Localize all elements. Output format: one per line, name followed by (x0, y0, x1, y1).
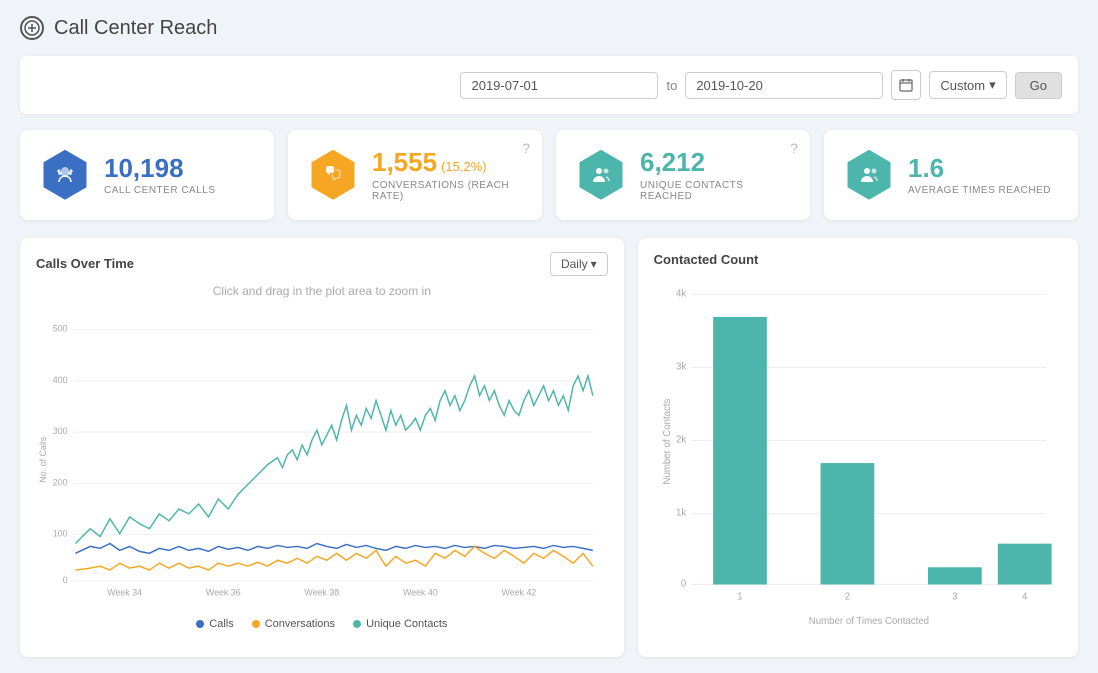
unique-contacts-help-icon[interactable]: ? (790, 140, 798, 156)
svg-text:100: 100 (53, 528, 68, 538)
contacted-chart-title: Contacted Count (654, 252, 759, 267)
calls-over-time-card: Calls Over Time Daily ▾ Click and drag i… (20, 238, 624, 657)
daily-dropdown[interactable]: Daily ▾ (550, 252, 608, 276)
calls-value: 10,198 (104, 154, 216, 183)
svg-text:Week 34: Week 34 (107, 587, 142, 597)
calls-info: 10,198 CALL CENTER CALLS (104, 154, 216, 197)
average-value: 1.6 (908, 154, 1051, 183)
svg-text:0: 0 (681, 578, 686, 589)
svg-text:4: 4 (1022, 591, 1028, 602)
calls-label: CALL CENTER CALLS (104, 185, 216, 196)
preset-dropdown[interactable]: Custom ▾ (929, 71, 1006, 99)
filter-bar: to Custom ▾ Go (20, 56, 1078, 114)
legend-unique-contacts-dot (353, 620, 361, 628)
legend-conversations-dot (252, 620, 260, 628)
bar-4 (998, 543, 1052, 584)
svg-text:Week 38: Week 38 (304, 587, 339, 597)
svg-text:0: 0 (63, 574, 68, 584)
svg-text:400: 400 (53, 374, 68, 384)
svg-text:Number of Contacts: Number of Contacts (662, 398, 673, 484)
daily-arrow-icon: ▾ (591, 257, 597, 271)
svg-text:2: 2 (844, 591, 849, 602)
page-container: Call Center Reach to Custom ▾ Go (0, 0, 1098, 673)
stat-card-average: 1.6 AVERAGE TIMES REACHED (824, 130, 1078, 220)
svg-text:200: 200 (53, 477, 68, 487)
svg-text:3: 3 (952, 591, 957, 602)
svg-text:1: 1 (737, 591, 742, 602)
dropdown-arrow-icon: ▾ (989, 77, 996, 93)
bar-1 (713, 317, 767, 585)
page-icon (20, 16, 44, 40)
calls-chart-header: Calls Over Time Daily ▾ (36, 252, 608, 276)
conversations-badge: (15.2%) (441, 159, 487, 174)
conversations-info: 1,555(15.2%) CONVERSATIONS (REACH RATE) (372, 148, 522, 202)
bar-chart-svg: 4k 3k 2k 1k 0 Number of Contacts (654, 275, 1062, 640)
unique-contacts-value: 6,212 (640, 148, 790, 177)
unique-contacts-label: UNIQUE CONTACTS REACHED (640, 180, 790, 202)
legend-calls-label: Calls (209, 618, 233, 630)
legend-calls-dot (196, 620, 204, 628)
conversations-label: CONVERSATIONS (REACH RATE) (372, 180, 522, 202)
conversations-value: 1,555(15.2%) (372, 148, 522, 177)
date-to-input[interactable] (685, 72, 883, 99)
conversations-help-icon[interactable]: ? (522, 140, 530, 156)
bar-3 (928, 567, 982, 584)
svg-text:Number of Times Contacted: Number of Times Contacted (808, 616, 928, 627)
svg-text:4k: 4k (676, 288, 686, 299)
line-chart-legend: Calls Conversations Unique Contacts (36, 618, 608, 630)
legend-calls: Calls (196, 618, 233, 630)
line-chart-svg: 500 400 300 200 100 0 No. of Calls (36, 302, 608, 608)
svg-text:Week 40: Week 40 (403, 587, 438, 597)
stat-card-unique-contacts: ? 6,212 UNIQUE CONTACTS REACHED (556, 130, 810, 220)
stats-row: 10,198 CALL CENTER CALLS ? 1,555(15.2%) … (20, 130, 1078, 220)
calendar-icon[interactable] (891, 70, 921, 100)
stat-card-conversations: ? 1,555(15.2%) CONVERSATIONS (REACH RATE… (288, 130, 542, 220)
svg-text:1k: 1k (676, 507, 686, 518)
date-separator: to (666, 78, 677, 93)
page-header: Call Center Reach (20, 16, 1078, 40)
unique-contacts-info: 6,212 UNIQUE CONTACTS REACHED (640, 148, 790, 202)
unique-contacts-icon (576, 150, 626, 200)
svg-text:2k: 2k (676, 434, 686, 445)
average-icon (844, 150, 894, 200)
svg-text:No. of Calls: No. of Calls (38, 436, 48, 482)
svg-text:Week 42: Week 42 (502, 587, 537, 597)
charts-row: Calls Over Time Daily ▾ Click and drag i… (20, 238, 1078, 657)
contacted-chart-header: Contacted Count (654, 252, 1062, 267)
go-button[interactable]: Go (1015, 72, 1062, 99)
legend-conversations: Conversations (252, 618, 335, 630)
chart-hint: Click and drag in the plot area to zoom … (36, 284, 608, 298)
date-from-input[interactable] (460, 72, 658, 99)
svg-text:500: 500 (53, 323, 68, 333)
page-title: Call Center Reach (54, 17, 217, 40)
svg-text:Week 36: Week 36 (206, 587, 241, 597)
average-info: 1.6 AVERAGE TIMES REACHED (908, 154, 1051, 197)
conversations-icon (308, 150, 358, 200)
legend-unique-contacts-label: Unique Contacts (366, 618, 447, 630)
bar-2 (820, 463, 874, 584)
contacted-count-card: Contacted Count 4k 3k 2k 1k 0 Number of … (638, 238, 1078, 657)
line-chart-area: 500 400 300 200 100 0 No. of Calls (36, 302, 608, 611)
calls-icon (40, 150, 90, 200)
legend-unique-contacts: Unique Contacts (353, 618, 447, 630)
calls-chart-title: Calls Over Time (36, 256, 134, 271)
svg-text:3k: 3k (676, 361, 686, 372)
average-label: AVERAGE TIMES REACHED (908, 185, 1051, 196)
bar-chart-area: 4k 3k 2k 1k 0 Number of Contacts (654, 275, 1062, 643)
legend-conversations-label: Conversations (265, 618, 335, 630)
stat-card-calls: 10,198 CALL CENTER CALLS (20, 130, 274, 220)
preset-label: Custom (940, 78, 985, 93)
svg-text:300: 300 (53, 426, 68, 436)
